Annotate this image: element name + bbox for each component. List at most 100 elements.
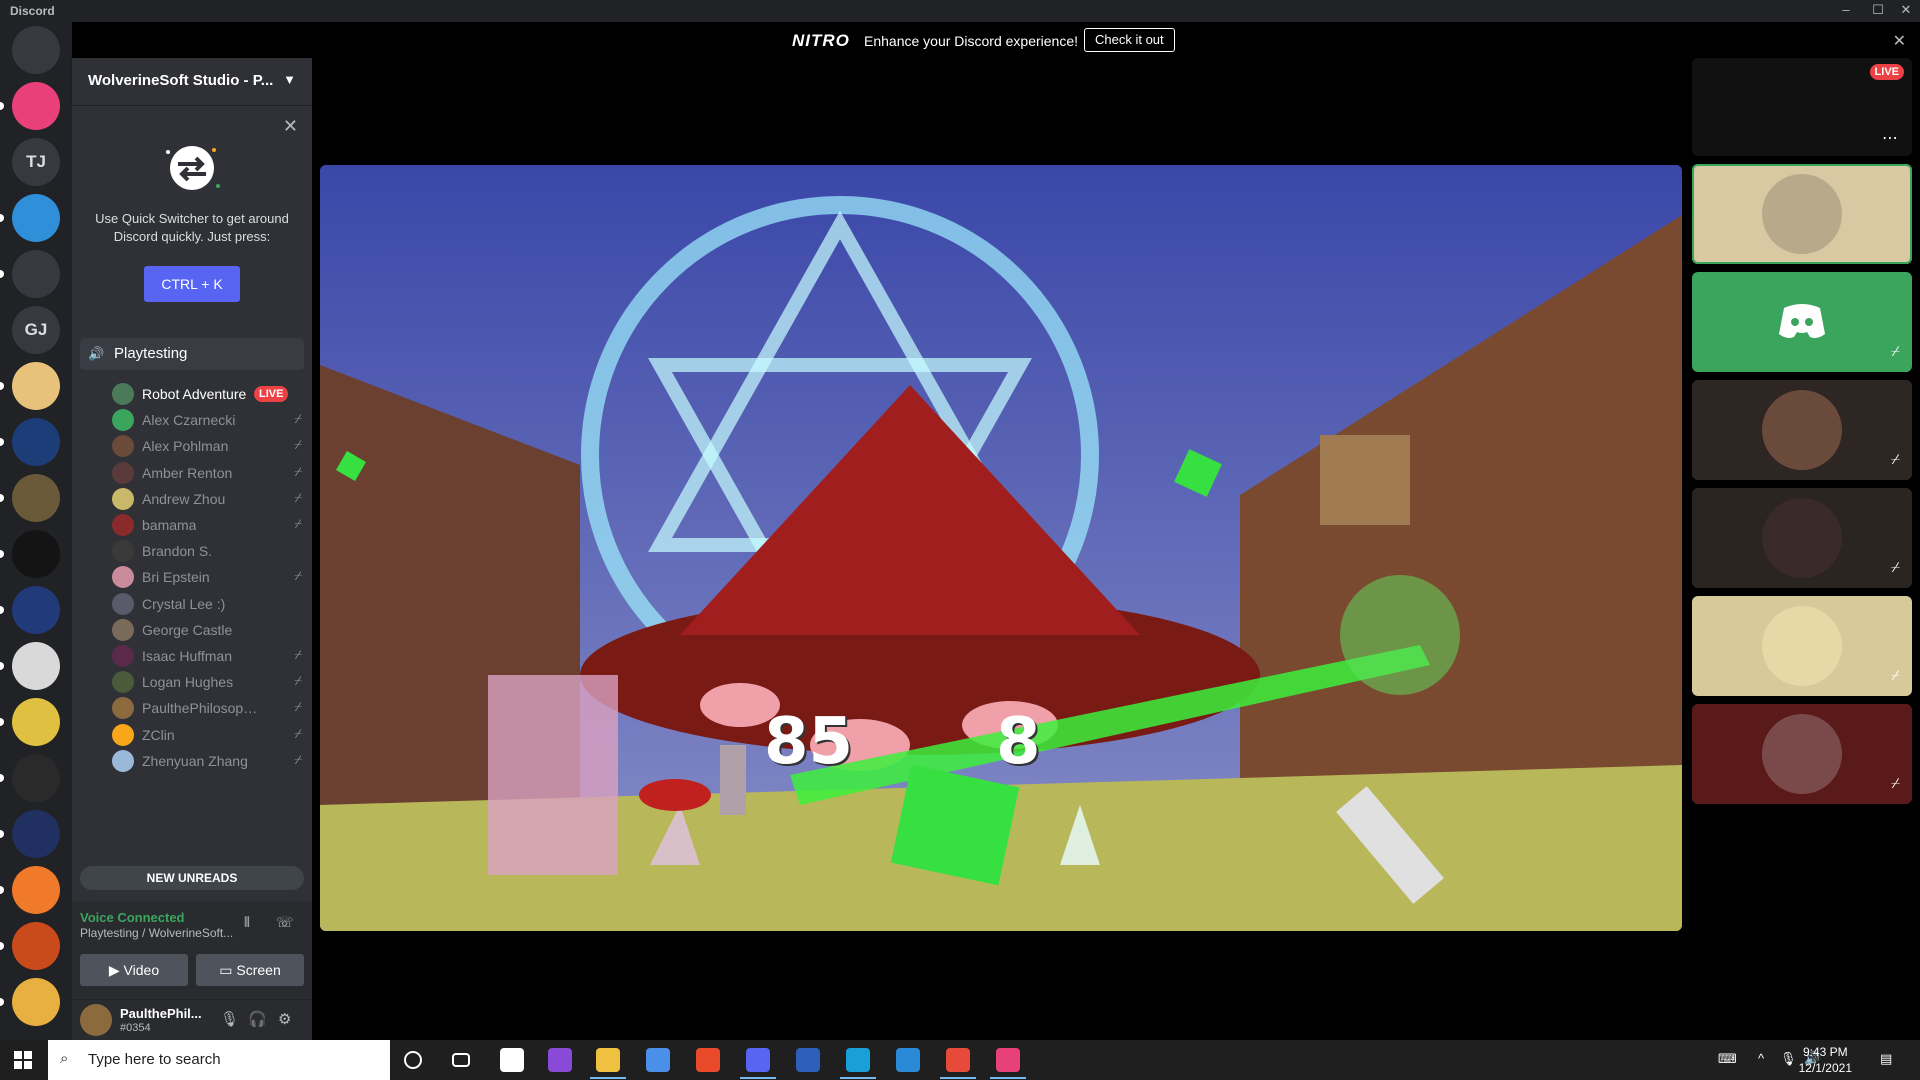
microphone-icon[interactable]: 🎙 [1780, 1051, 1797, 1067]
windows-start-icon[interactable] [14, 1051, 32, 1069]
discord-home-icon[interactable] [12, 26, 60, 74]
server-header[interactable]: WolverineSoft Studio - P... ▼ [72, 58, 312, 106]
voice-user-name: Brandon S. [142, 543, 213, 560]
disconnect-icon[interactable]: ☏ [276, 914, 294, 931]
avatar [112, 461, 134, 484]
server-icon[interactable] [12, 698, 60, 746]
podcast-app-icon[interactable] [548, 1048, 572, 1072]
close-window-button[interactable]: ✕ [1896, 2, 1916, 20]
maximize-button[interactable]: ☐ [1868, 2, 1888, 20]
server-icon[interactable] [12, 978, 60, 1026]
server-icon[interactable] [12, 362, 60, 410]
voice-user-name: Alex Czarnecki [142, 412, 236, 429]
windows-taskbar: ⌕ Type here to search ⌨ ^ 🎙 🔊 9:43 PM 12… [0, 1040, 1920, 1080]
vscode-icon[interactable] [896, 1048, 920, 1072]
voice-user[interactable]: Amber Renton ⌿ [112, 459, 304, 487]
server-icon[interactable] [12, 810, 60, 858]
live-badge: LIVE [1869, 64, 1904, 80]
voice-user[interactable]: Crystal Lee :) [112, 590, 304, 618]
store-icon[interactable] [500, 1048, 524, 1072]
notifications-icon[interactable]: ▤ [1880, 1051, 1892, 1067]
discord-taskbar-icon[interactable] [746, 1048, 770, 1072]
word-icon[interactable] [796, 1048, 820, 1072]
server-name: WolverineSoft Studio - P... [88, 72, 274, 89]
camera-icon: ▶ [108, 962, 124, 978]
chevron-up-icon[interactable]: ^ [1758, 1051, 1764, 1066]
server-list: TJ GJ [0, 22, 72, 1040]
screen-share-button[interactable]: ▭ Screen [196, 954, 304, 986]
server-icon-tj[interactable]: TJ [12, 138, 60, 186]
avatar[interactable] [80, 1004, 112, 1036]
avatar [112, 645, 134, 667]
voice-user[interactable]: Logan Hughes ⌿ [112, 668, 304, 696]
taskbar-clock[interactable]: 9:43 PM 12/1/2021 [1799, 1044, 1852, 1076]
server-icon[interactable] [12, 866, 60, 914]
voice-user[interactable]: Robot Adventure LIVE [112, 380, 304, 408]
keyboard-icon[interactable]: ⌨ [1718, 1051, 1737, 1067]
server-icon[interactable] [12, 530, 60, 578]
participant-tile[interactable]: ⌿ [1692, 704, 1912, 804]
voice-user-name: Robot Adventure [142, 386, 247, 402]
voice-channel-playtesting[interactable]: 🔊 Playtesting [80, 338, 304, 370]
task-view-icon[interactable] [452, 1053, 470, 1067]
avatar [112, 592, 134, 615]
muted-mic-icon: ⌿ [294, 568, 302, 584]
unread-indicator [0, 438, 4, 446]
server-icon[interactable] [12, 194, 60, 242]
server-icon-gj[interactable]: GJ [12, 306, 60, 354]
voice-user-name: Bri Epstein [142, 569, 210, 586]
server-icon[interactable] [12, 82, 60, 130]
cortana-icon[interactable] [404, 1051, 422, 1069]
mute-microphone-icon[interactable]: 🎙 [220, 1010, 239, 1028]
participant-tile[interactable] [1692, 164, 1912, 264]
voice-user[interactable]: bamama ⌿ [112, 511, 304, 539]
server-icon[interactable] [12, 922, 60, 970]
headphones-icon[interactable]: 🎧 [248, 1010, 267, 1028]
participant-tile[interactable]: ⌿ [1692, 272, 1912, 372]
slack-icon[interactable] [996, 1048, 1020, 1072]
stream-stage: 85 8 [312, 58, 1688, 1040]
screen-share-video[interactable]: 85 8 [320, 165, 1682, 931]
file-explorer-icon[interactable] [596, 1048, 620, 1072]
voice-user-name: PaulthePhilosophy... [142, 700, 262, 717]
server-icon[interactable] [12, 474, 60, 522]
server-icon[interactable] [12, 586, 60, 634]
gear-icon[interactable]: ⚙ [278, 1010, 291, 1028]
shortcut-button[interactable]: CTRL + K [144, 266, 240, 302]
voice-location[interactable]: Playtesting / WolverineSoft... [80, 926, 233, 940]
more-options-icon[interactable]: ⋯ [1882, 128, 1898, 148]
video-button[interactable]: ▶ Video [80, 954, 188, 986]
participant-tile[interactable]: ⌿ [1692, 380, 1912, 480]
close-icon[interactable]: ✕ [283, 116, 298, 137]
taskbar-search[interactable]: ⌕ Type here to search [48, 1040, 390, 1080]
participant-tile[interactable]: ⌿ [1692, 596, 1912, 696]
running-indicator [590, 1077, 626, 1079]
voice-user[interactable]: ZClin ⌿ [112, 721, 304, 749]
voice-user[interactable]: Isaac Huffman ⌿ [112, 642, 304, 670]
voice-user[interactable]: Alex Czarnecki ⌿ [112, 406, 304, 434]
voice-user[interactable]: Bri Epstein ⌿ [112, 563, 304, 591]
unread-indicator [0, 774, 4, 782]
voice-user[interactable]: Brandon S. [112, 537, 304, 565]
unread-indicator [0, 942, 4, 950]
voice-user[interactable]: Andrew Zhou ⌿ [112, 485, 304, 513]
mail-icon[interactable] [646, 1048, 670, 1072]
voice-user[interactable]: Zhenyuan Zhang ⌿ [112, 747, 304, 775]
voice-user[interactable]: George Castle [112, 616, 304, 644]
noise-suppression-icon[interactable]: ⫴ [244, 914, 250, 931]
server-icon[interactable] [12, 754, 60, 802]
close-icon[interactable]: ✕ [1893, 31, 1906, 51]
minimize-button[interactable]: – [1836, 2, 1856, 20]
edge-icon[interactable] [846, 1048, 870, 1072]
participant-tile[interactable]: ⌿ [1692, 488, 1912, 588]
gamepad-icon[interactable] [12, 250, 60, 298]
new-unreads-bar[interactable]: NEW UNREADS [80, 866, 304, 890]
office-icon[interactable] [696, 1048, 720, 1072]
voice-user[interactable]: Alex Pohlman ⌿ [112, 432, 304, 460]
chrome-icon[interactable] [946, 1048, 970, 1072]
nitro-cta-button[interactable]: Check it out [1084, 28, 1175, 52]
server-icon[interactable] [12, 642, 60, 690]
server-icon[interactable] [12, 418, 60, 466]
stream-preview-tile[interactable]: LIVE ⋯ [1692, 58, 1912, 156]
voice-user[interactable]: PaulthePhilosophy... ⌿ [112, 694, 304, 722]
